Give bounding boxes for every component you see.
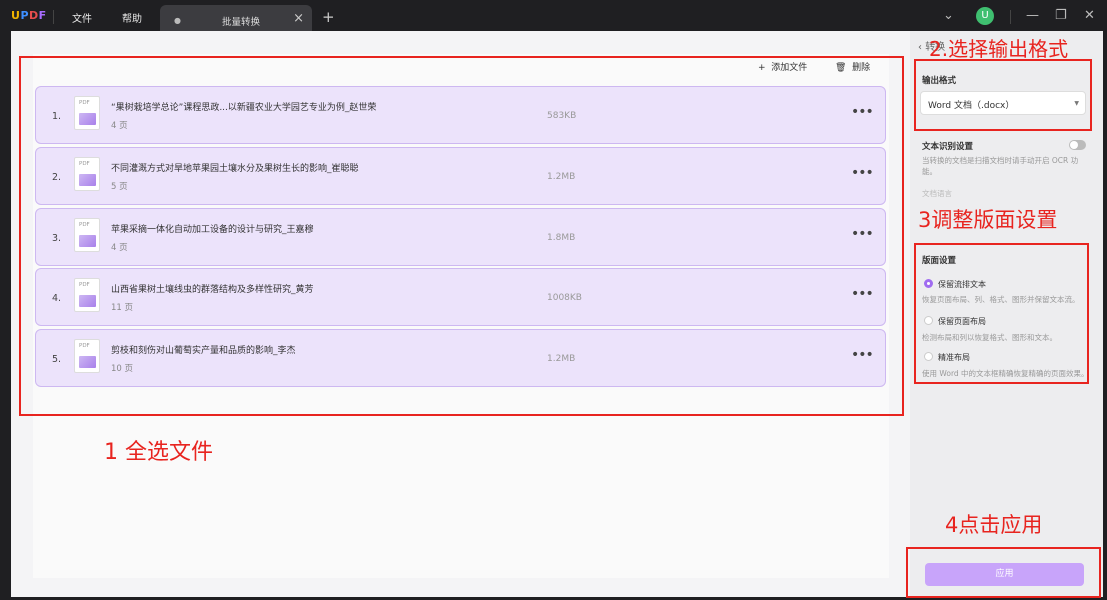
doc-language-label: 文档语言 [922, 189, 952, 198]
tab-label: 批量转换 [222, 17, 261, 28]
tab-batch-convert[interactable]: ● 批量转换 × [160, 5, 312, 33]
divider [1010, 10, 1011, 24]
tab-dot-icon: ● [174, 16, 181, 25]
annotation-step1: 1 全选文件 [104, 440, 213, 465]
annotation-box-format [914, 59, 1092, 131]
annotation-box-files [19, 56, 904, 416]
title-bar: UPDF 文件 帮助 ● 批量转换 × + ⌄ U — ❐ ✕ [0, 0, 1107, 33]
annotation-box-apply [906, 547, 1101, 598]
restore-icon[interactable]: ❐ [1055, 8, 1067, 23]
menu-file[interactable]: 文件 [72, 10, 92, 25]
avatar[interactable]: U [976, 7, 994, 25]
menu-help[interactable]: 帮助 [122, 10, 142, 25]
annotation-box-layout [914, 243, 1089, 384]
minimize-icon[interactable]: — [1026, 8, 1039, 23]
ocr-hint: 当转换的文档是扫描文档时请手动开启 OCR 功能。 [922, 156, 1079, 176]
new-tab-icon[interactable]: + [322, 8, 335, 26]
annotation-step2: 2.选择输出格式 [929, 37, 1069, 61]
annotation-step3: 3调整版面设置 [918, 208, 1058, 232]
close-window-icon[interactable]: ✕ [1084, 8, 1095, 23]
ocr-title: 文本识别设置 [922, 142, 974, 152]
divider [53, 10, 54, 24]
chevron-down-icon[interactable]: ⌄ [943, 8, 954, 23]
annotation-step4: 4点击应用 [945, 513, 1043, 537]
ocr-toggle[interactable] [1069, 140, 1086, 150]
tab-close-icon[interactable]: × [293, 11, 304, 26]
updf-logo: UPDF [11, 9, 47, 22]
